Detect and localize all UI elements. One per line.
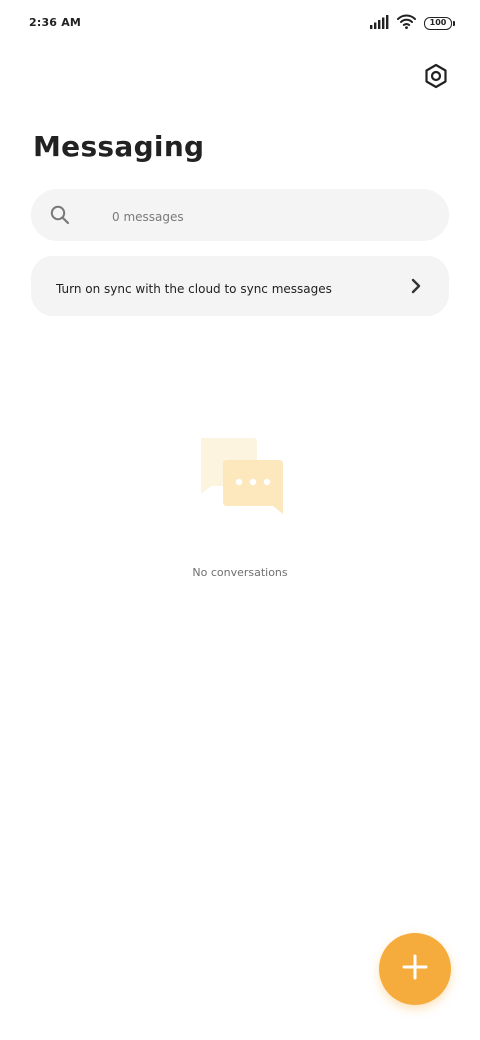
status-icons: 100 xyxy=(370,14,455,33)
search-icon xyxy=(50,205,70,225)
page-title: Messaging xyxy=(33,130,205,163)
battery-indicator: 100 xyxy=(424,16,455,30)
settings-button[interactable] xyxy=(420,62,452,94)
settings-hexagon-icon xyxy=(424,63,448,93)
empty-conversations-illustration xyxy=(197,436,287,516)
messaging-screen: 2:36 AM 100 Messaging 0 messages Turn on… xyxy=(0,0,480,1040)
new-conversation-button[interactable] xyxy=(379,933,451,1005)
status-bar: 2:36 AM 100 xyxy=(0,0,480,48)
signal-icon xyxy=(370,14,389,33)
search-bar[interactable]: 0 messages xyxy=(31,189,449,241)
sync-banner[interactable]: Turn on sync with the cloud to sync mess… xyxy=(31,256,449,316)
status-time: 2:36 AM xyxy=(29,16,82,29)
chevron-right-icon xyxy=(409,277,423,295)
empty-state-text: No conversations xyxy=(192,566,288,579)
sync-banner-text: Turn on sync with the cloud to sync mess… xyxy=(56,282,332,296)
wifi-icon xyxy=(397,14,416,33)
plus-icon xyxy=(401,953,429,985)
search-placeholder: 0 messages xyxy=(112,210,184,224)
